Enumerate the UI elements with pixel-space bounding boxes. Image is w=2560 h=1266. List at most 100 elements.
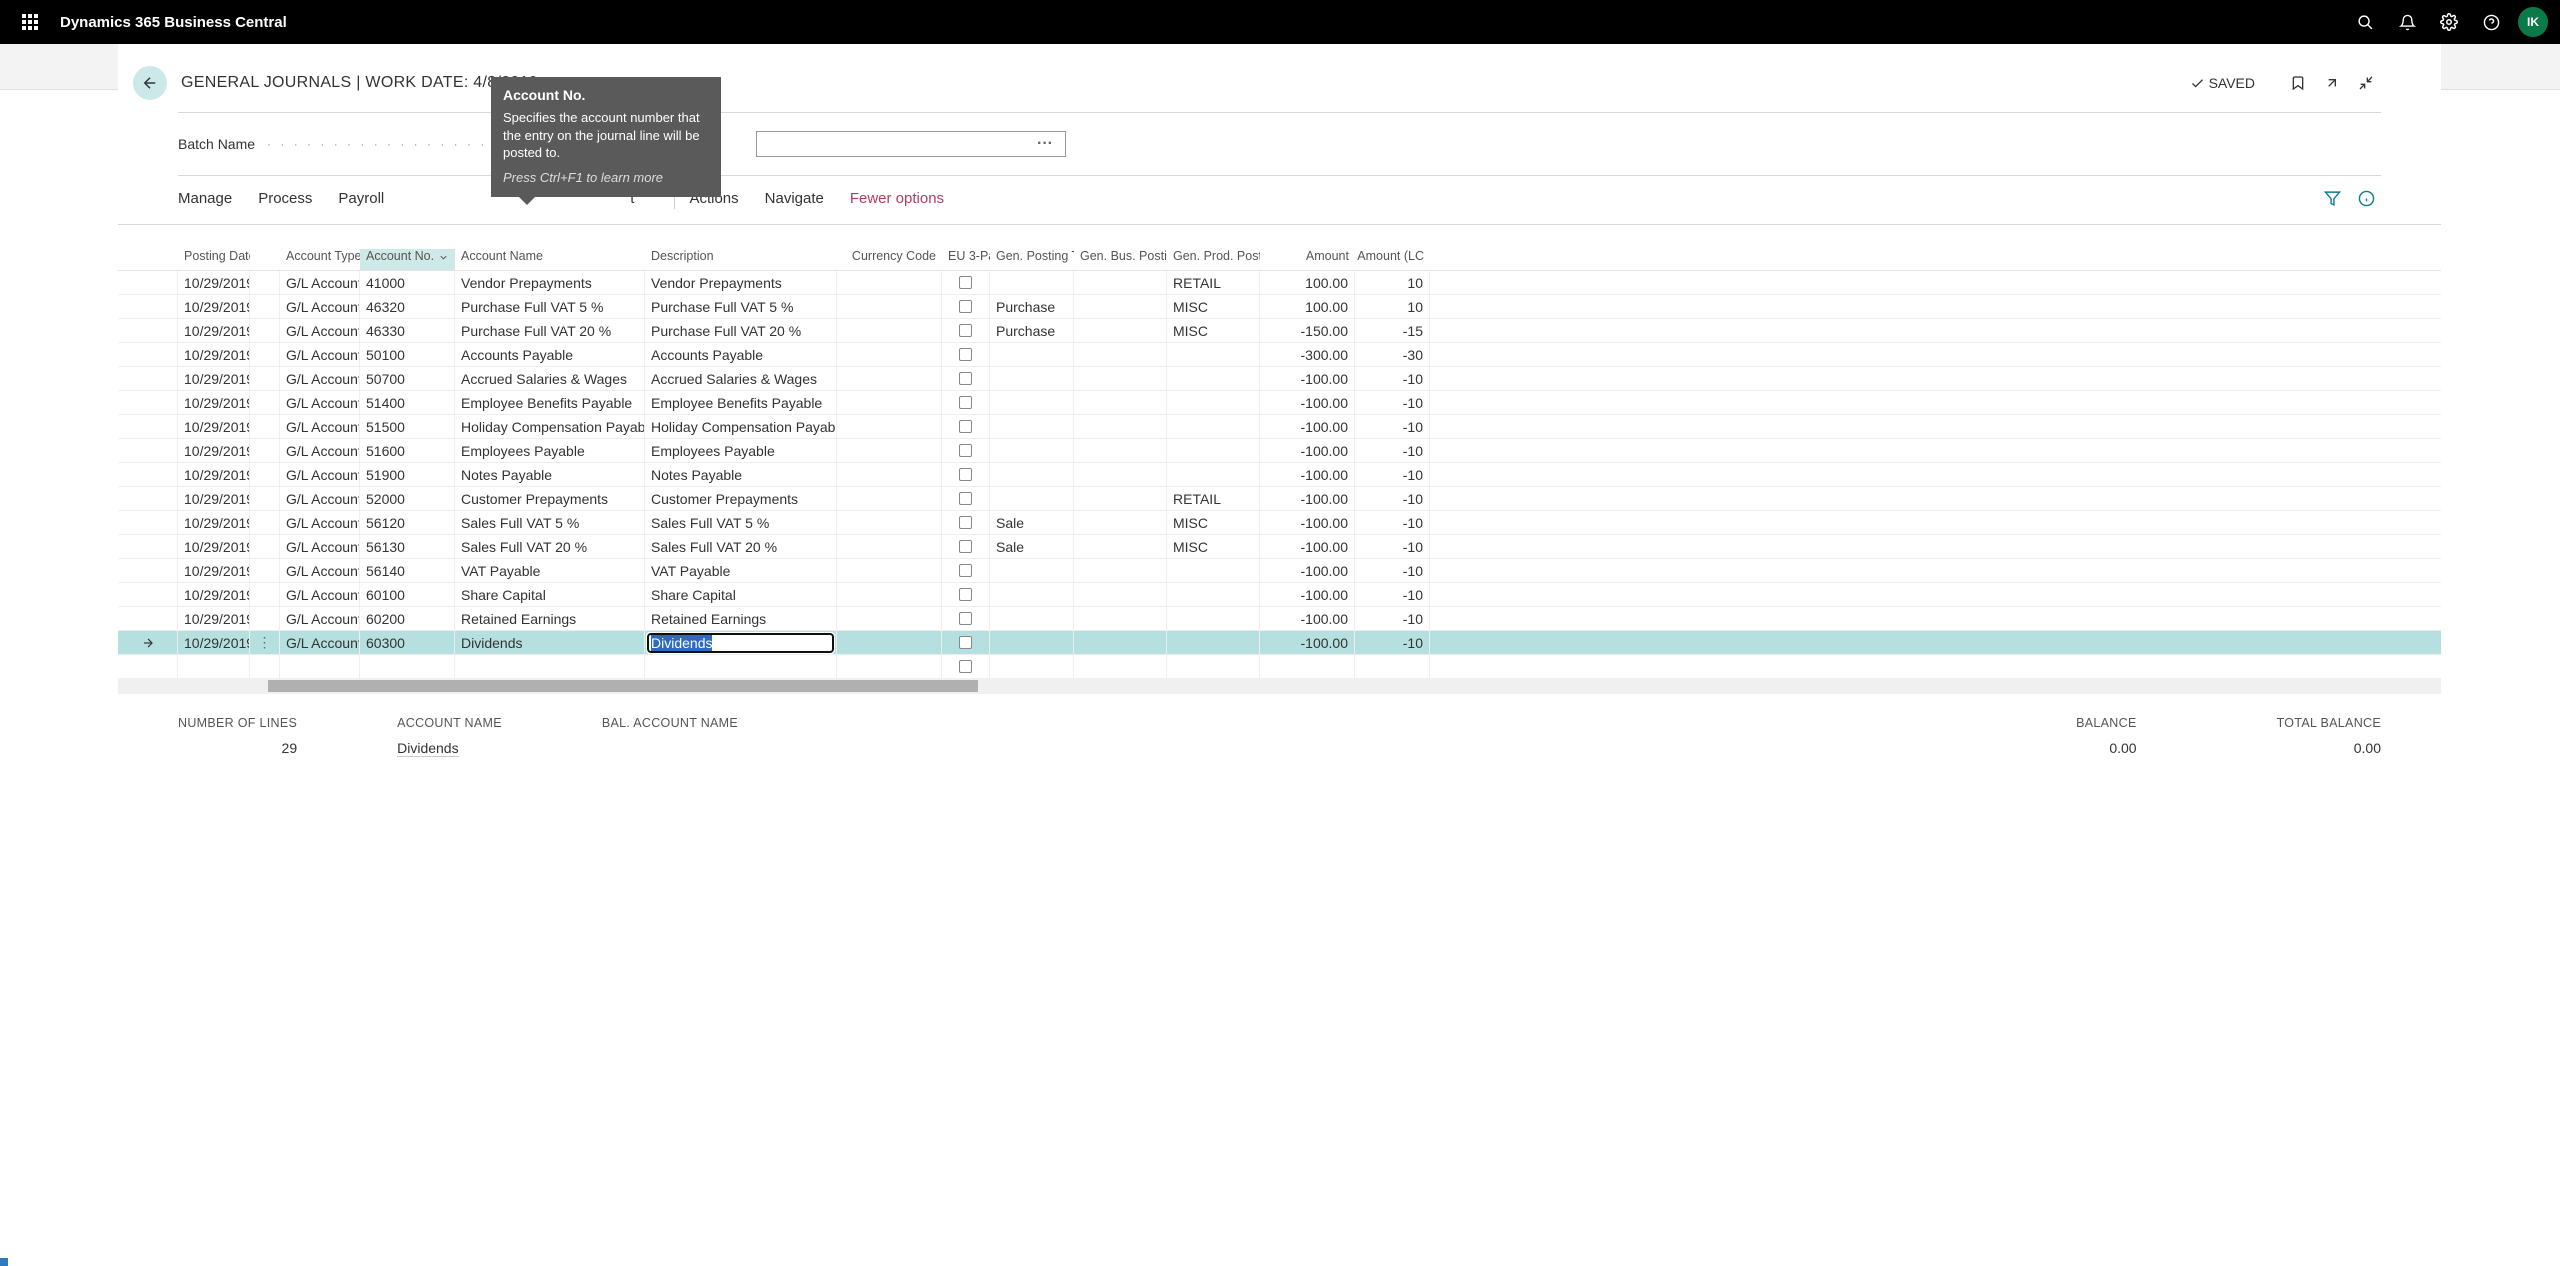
cell-gen-posting-type[interactable] (990, 391, 1074, 415)
col-amount-lcy[interactable]: Amount (LC (1355, 249, 1430, 270)
cell-amount[interactable]: 100.00 (1260, 271, 1355, 295)
row-more-icon[interactable] (250, 343, 280, 367)
cell-description[interactable]: Vendor Prepayments (645, 271, 837, 295)
cell-currency[interactable] (837, 487, 942, 511)
horizontal-scrollbar[interactable] (118, 678, 2441, 694)
cell-gen-bus[interactable] (1074, 319, 1167, 343)
cell-currency[interactable] (837, 535, 942, 559)
cell-posting-date[interactable]: 10/29/2019 (178, 631, 250, 655)
cell-account-type[interactable]: G/L Account (280, 391, 360, 415)
table-row[interactable]: 10/29/2019G/L Account56120Sales Full VAT… (118, 511, 2441, 535)
table-row[interactable]: 10/29/2019G/L Account52000Customer Prepa… (118, 487, 2441, 511)
cell-gen-prod[interactable]: MISC (1167, 535, 1260, 559)
eu3-checkbox[interactable] (959, 300, 972, 313)
table-row[interactable]: 10/29/2019G/L Account60200Retained Earni… (118, 607, 2441, 631)
cell-account-name[interactable]: Retained Earnings (455, 607, 645, 631)
row-more-icon[interactable]: ⋮ (250, 631, 280, 655)
cell-gen-posting-type[interactable] (990, 559, 1074, 583)
table-row[interactable]: 10/29/2019G/L Account51500Holiday Compen… (118, 415, 2441, 439)
cell-currency[interactable] (837, 631, 942, 655)
row-more-icon[interactable] (250, 415, 280, 439)
cell-gen-bus[interactable] (1074, 343, 1167, 367)
cell-currency[interactable] (837, 415, 942, 439)
cell-account-name[interactable]: Notes Payable (455, 463, 645, 487)
cell-gen-bus[interactable] (1074, 583, 1167, 607)
cell-gen-prod[interactable] (1167, 367, 1260, 391)
cell-description[interactable]: VAT Payable (645, 559, 837, 583)
cell-amount[interactable]: 100.00 (1260, 295, 1355, 319)
cell-amount[interactable]: -100.00 (1260, 391, 1355, 415)
cell-eu3[interactable] (942, 511, 990, 535)
app-launcher-icon[interactable] (12, 4, 48, 40)
cell-amount[interactable]: -100.00 (1260, 415, 1355, 439)
cell-account-name[interactable]: VAT Payable (455, 559, 645, 583)
cell-amount[interactable]: -100.00 (1260, 487, 1355, 511)
cell-account-type[interactable]: G/L Account (280, 487, 360, 511)
cell-gen-prod[interactable]: MISC (1167, 319, 1260, 343)
cell-amount[interactable]: -100.00 (1260, 535, 1355, 559)
cell-account-no[interactable]: 60200 (360, 607, 455, 631)
cell-currency[interactable] (837, 391, 942, 415)
row-more-icon[interactable] (250, 607, 280, 631)
cell-posting-date[interactable]: 10/29/2019 (178, 295, 250, 319)
gear-icon[interactable] (2428, 0, 2470, 44)
cell-amount[interactable]: -100.00 (1260, 583, 1355, 607)
cell-amount-lcy[interactable]: -10 (1355, 463, 1430, 487)
cell-gen-posting-type[interactable] (990, 583, 1074, 607)
cell-posting-date[interactable]: 10/29/2019 (178, 535, 250, 559)
eu3-checkbox[interactable] (959, 612, 972, 625)
cell-gen-posting-type[interactable]: Sale (990, 535, 1074, 559)
cell-description[interactable]: Accrued Salaries & Wages (645, 367, 837, 391)
cell-account-name[interactable]: Purchase Full VAT 5 % (455, 295, 645, 319)
table-row[interactable]: 10/29/2019G/L Account50100Accounts Payab… (118, 343, 2441, 367)
cell-eu3[interactable] (942, 295, 990, 319)
eu3-checkbox[interactable] (959, 636, 972, 649)
cell-gen-posting-type[interactable] (990, 487, 1074, 511)
cell-eu3[interactable] (942, 559, 990, 583)
cell-amount-lcy[interactable]: -10 (1355, 583, 1430, 607)
cell-gen-bus[interactable] (1074, 415, 1167, 439)
fewer-options-link[interactable]: Fewer options (850, 190, 944, 207)
cell-eu3[interactable] (942, 343, 990, 367)
eu3-checkbox[interactable] (959, 492, 972, 505)
col-amount[interactable]: Amount (1260, 249, 1355, 270)
cell-gen-prod[interactable] (1167, 439, 1260, 463)
cell-account-name[interactable]: Vendor Prepayments (455, 271, 645, 295)
description-input[interactable] (647, 633, 834, 653)
eu3-checkbox[interactable] (959, 444, 972, 457)
cell-gen-bus[interactable] (1074, 439, 1167, 463)
cell-amount[interactable]: -100.00 (1260, 367, 1355, 391)
eu3-checkbox[interactable] (959, 276, 972, 289)
cell-account-type[interactable]: G/L Account (280, 367, 360, 391)
cell-gen-bus[interactable] (1074, 463, 1167, 487)
cell-eu3[interactable] (942, 583, 990, 607)
cell-gen-prod[interactable] (1167, 343, 1260, 367)
row-more-icon[interactable] (250, 439, 280, 463)
cell-amount[interactable]: -300.00 (1260, 343, 1355, 367)
cell-posting-date[interactable]: 10/29/2019 (178, 271, 250, 295)
cell-amount[interactable]: -100.00 (1260, 631, 1355, 655)
cell-gen-prod[interactable] (1167, 559, 1260, 583)
cell-account-no[interactable]: 56120 (360, 511, 455, 535)
cell-account-type[interactable]: G/L Account (280, 559, 360, 583)
batch-name-input[interactable] (763, 136, 1031, 152)
table-row[interactable]: 10/29/2019⋮G/L Account60300Dividends-100… (118, 631, 2441, 655)
table-row[interactable]: 10/29/2019G/L Account50700Accrued Salari… (118, 367, 2441, 391)
cell-posting-date[interactable]: 10/29/2019 (178, 415, 250, 439)
table-row[interactable]: 10/29/2019G/L Account56140VAT PayableVAT… (118, 559, 2441, 583)
info-icon[interactable] (2351, 183, 2381, 213)
cell-eu3[interactable] (942, 463, 990, 487)
cell-posting-date[interactable]: 10/29/2019 (178, 319, 250, 343)
collapse-icon[interactable] (2351, 68, 2381, 98)
col-gen-bus-group[interactable]: Gen. Bus. Posting Group (1074, 249, 1167, 270)
cell-eu3[interactable] (942, 535, 990, 559)
cell-gen-posting-type[interactable] (990, 439, 1074, 463)
cell-description[interactable]: Employees Payable (645, 439, 837, 463)
cell-posting-date[interactable]: 10/29/2019 (178, 559, 250, 583)
cell-currency[interactable] (837, 367, 942, 391)
chevron-down-icon[interactable] (438, 252, 449, 263)
row-more-icon[interactable] (250, 295, 280, 319)
cell-gen-prod[interactable] (1167, 463, 1260, 487)
cell-account-no[interactable]: 52000 (360, 487, 455, 511)
table-row[interactable]: 10/29/2019G/L Account41000Vendor Prepaym… (118, 271, 2441, 295)
